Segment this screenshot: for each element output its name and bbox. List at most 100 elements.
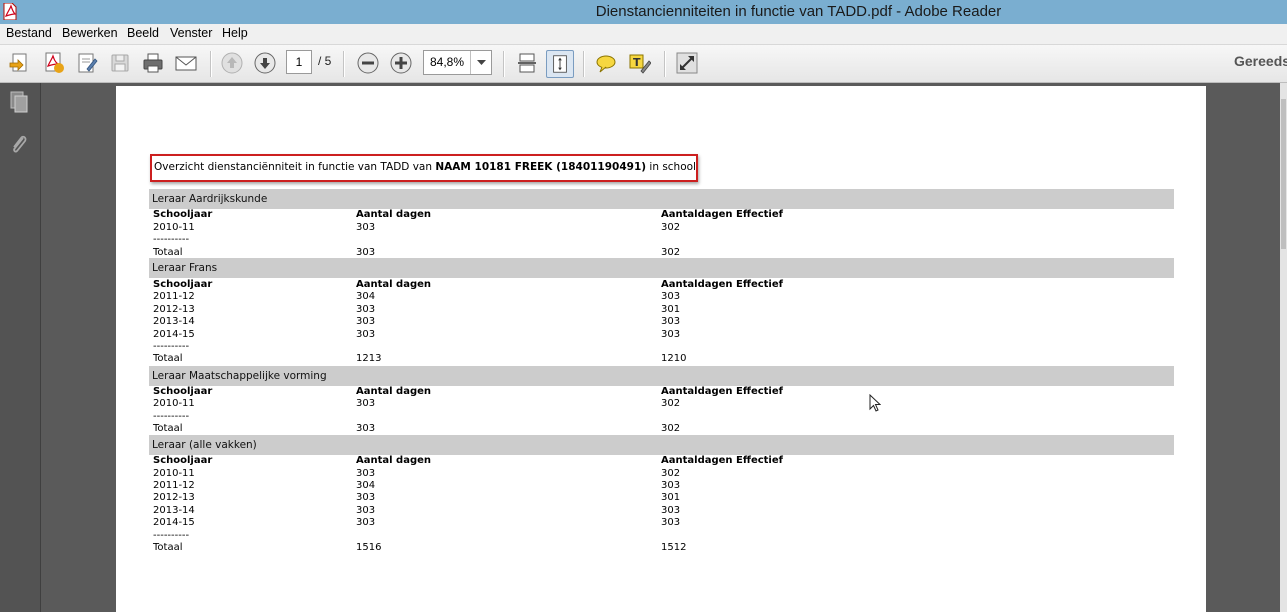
edit-button[interactable] [74,50,100,76]
menu-bestand[interactable]: Bestand [6,26,52,40]
total-label: Totaal [153,423,183,434]
overview-heading: Overzicht dienstanciënniteit in functie … [150,154,698,182]
row-aantal-dagen: 303 [356,517,376,528]
toolbar: T [0,45,1287,83]
row-aantal-dagen: 303 [356,468,376,479]
edit-document-icon [78,53,98,73]
zoom-in-button[interactable] [388,50,414,76]
row-schooljaar: 2011-12 [153,291,195,302]
column-header-effectief: Aantaldagen Effectief [661,209,783,220]
print-button[interactable] [140,50,166,76]
toolbar-separator [664,51,666,77]
window-title: Dienstancienniteiten in functie van TADD… [595,3,1002,20]
row-effectief: 302 [661,222,681,233]
section-header: Leraar Aardrijkskunde [149,189,1174,209]
row-aantal-dagen: 303 [356,329,376,340]
total-effectief: 1512 [661,542,687,553]
save-button[interactable] [107,50,133,76]
total-aantal-dagen: 1213 [356,353,382,364]
total-effectief: 302 [661,423,681,434]
fit-width-button[interactable] [514,50,540,76]
mouse-cursor-icon [869,394,881,412]
overview-prefix: Overzicht dienstanciënniteit in functie … [154,161,433,173]
column-header-aantal-dagen: Aantal dagen [356,279,432,290]
comment-icon [596,55,616,73]
scroll-mode-icon [518,53,536,73]
navigation-pane [0,83,41,612]
row-aantal-dagen: 303 [356,304,376,315]
overview-suffix: in school [649,161,696,173]
separator: ---------- [153,341,190,352]
row-schooljaar: 2014-15 [153,329,195,340]
zoom-select[interactable]: 84,8% [423,50,492,75]
previous-page-button[interactable] [219,50,245,76]
column-header-schooljaar: Schooljaar [153,209,213,220]
open-button[interactable] [7,50,33,76]
scrollbar-thumb[interactable] [1281,99,1286,249]
column-header-aantal-dagen: Aantal dagen [356,209,432,220]
row-aantal-dagen: 304 [356,291,376,302]
row-effectief: 302 [661,468,681,479]
status-text: Gereeds [1234,53,1287,69]
row-effectief: 301 [661,304,681,315]
save-icon [111,54,129,72]
row-aantal-dagen: 303 [356,492,376,503]
next-page-button[interactable] [252,50,278,76]
plus-icon [390,52,412,74]
row-schooljaar: 2013-14 [153,316,195,327]
row-effectief: 303 [661,480,681,491]
total-label: Totaal [153,542,183,553]
highlight-text-button[interactable]: T [626,50,652,76]
email-button[interactable] [173,50,199,76]
row-schooljaar: 2010-11 [153,222,195,233]
column-header-schooljaar: Schooljaar [153,455,213,466]
section-header: Leraar Maatschappelijke vorming [149,366,1174,386]
toolbar-separator [343,51,345,77]
row-aantal-dagen: 303 [356,398,376,409]
row-schooljaar: 2010-11 [153,398,195,409]
toolbar-separator [583,51,585,77]
pages-panel-button[interactable] [6,89,32,115]
full-screen-button[interactable] [674,50,700,76]
row-schooljaar: 2012-13 [153,492,195,503]
row-schooljaar: 2013-14 [153,505,195,516]
column-header-schooljaar: Schooljaar [153,279,213,290]
row-aantal-dagen: 304 [356,480,376,491]
total-effectief: 1210 [661,353,687,364]
menu-beeld[interactable]: Beeld [127,26,159,40]
minus-icon [357,52,379,74]
svg-text:T: T [633,56,641,69]
column-header-aantal-dagen: Aantal dagen [356,386,432,397]
highlight-text-icon: T [629,54,651,74]
overview-name: NAAM 10181 FREEK (18401190491) [435,161,647,173]
page-number-input[interactable]: 1 [286,50,312,74]
menu-venster[interactable]: Venster [170,26,212,40]
toolbar-separator [210,51,212,77]
menu-bewerken[interactable]: Bewerken [62,26,118,40]
create-pdf-button[interactable] [41,50,67,76]
column-header-effectief: Aantaldagen Effectief [661,279,783,290]
row-effectief: 303 [661,291,681,302]
arrow-down-icon [254,52,276,74]
open-icon [9,53,27,72]
total-label: Totaal [153,353,183,364]
page-total-label: / 5 [318,54,332,68]
total-aantal-dagen: 1516 [356,542,382,553]
envelope-icon [175,56,197,71]
title-bar: Dienstancienniteiten in functie van TADD… [0,0,1287,24]
zoom-dropdown-button[interactable] [470,51,491,74]
expand-icon [676,52,698,74]
zoom-out-button[interactable] [355,50,381,76]
attachments-panel-button[interactable] [6,131,32,157]
fit-page-button[interactable] [546,50,574,78]
menu-help[interactable]: Help [222,26,248,40]
column-header-schooljaar: Schooljaar [153,386,213,397]
comment-button[interactable] [593,50,619,76]
row-aantal-dagen: 303 [356,316,376,327]
zoom-value[interactable]: 84,8% [430,55,464,69]
row-aantal-dagen: 303 [356,505,376,516]
print-icon [143,53,163,73]
row-effectief: 303 [661,329,681,340]
column-header-effectief: Aantaldagen Effectief [661,386,783,397]
create-pdf-icon [45,52,64,73]
